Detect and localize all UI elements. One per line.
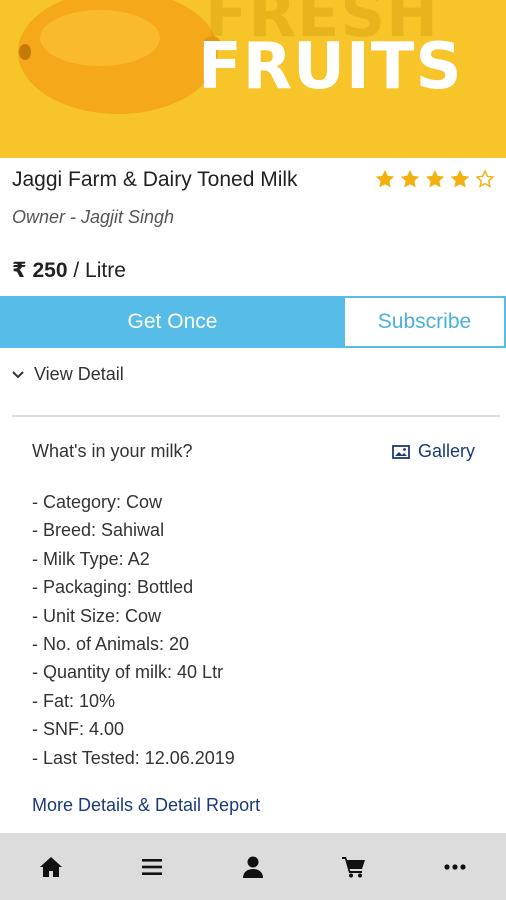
list-item: - Milk Type: A2	[32, 548, 150, 569]
owner-name: Owner - Jagjit Singh	[12, 207, 175, 227]
view-detail-label: View Detail	[34, 364, 124, 384]
list-item: - Unit Size: Cow	[32, 605, 162, 626]
more-details-link[interactable]: More Details & Detail Report	[32, 795, 260, 816]
lemon-image	[18, 0, 221, 114]
bottom-nav	[0, 833, 506, 900]
nav-cart[interactable]	[324, 833, 384, 900]
subscribe-button[interactable]: Subscribe	[345, 296, 506, 348]
list-item: - Packaging: Bottled	[32, 577, 194, 598]
list-item: - Last Tested: 12.06.2019	[32, 747, 235, 768]
gallery-link[interactable]: Gallery	[392, 441, 475, 462]
image-icon	[392, 444, 410, 459]
get-once-button[interactable]: Get Once	[0, 296, 345, 348]
rating-stars	[374, 168, 496, 190]
list-item: - Quantity of milk: 40 Ltr	[32, 662, 224, 683]
more-icon	[444, 863, 466, 870]
section-question: What's in your milk?	[32, 441, 193, 461]
list-item: - Breed: Sahiwal	[32, 520, 165, 541]
divider	[12, 415, 500, 417]
currency-symbol: ₹	[12, 259, 27, 282]
price-unit: / Litre	[73, 259, 126, 282]
nav-more[interactable]	[425, 833, 485, 900]
star-filled-icon	[400, 169, 420, 188]
milk-details-list: - Category: Cow - Breed: Sahiwal - Milk …	[32, 490, 235, 774]
price-amount: 250	[32, 259, 68, 282]
view-detail-toggle[interactable]: View Detail	[12, 364, 124, 385]
list-item: - Fat: 10%	[32, 690, 116, 711]
chevron-down-icon	[12, 370, 24, 378]
list-item: - No. of Animals: 20	[32, 633, 190, 654]
star-filled-icon	[450, 169, 470, 188]
cart-icon	[342, 856, 366, 877]
purchase-options: Get Once Subscribe	[0, 296, 506, 348]
menu-icon	[141, 858, 162, 875]
star-filled-icon	[375, 169, 395, 188]
price: ₹ 250 / Litre	[12, 258, 126, 283]
star-empty-icon	[475, 169, 495, 188]
nav-home[interactable]	[21, 833, 81, 900]
list-item: - Category: Cow	[32, 492, 163, 512]
user-icon	[242, 856, 263, 878]
product-title: Jaggi Farm & Dairy Toned Milk	[12, 168, 298, 191]
star-filled-icon	[425, 169, 445, 188]
list-item: - SNF: 4.00	[32, 719, 125, 740]
promo-banner: FRESH FRUITS	[0, 0, 506, 158]
home-icon	[39, 856, 62, 877]
banner-text-fruits: FRUITS	[198, 30, 463, 104]
nav-menu[interactable]	[122, 833, 182, 900]
nav-profile[interactable]	[223, 833, 283, 900]
gallery-label: Gallery	[418, 441, 476, 461]
